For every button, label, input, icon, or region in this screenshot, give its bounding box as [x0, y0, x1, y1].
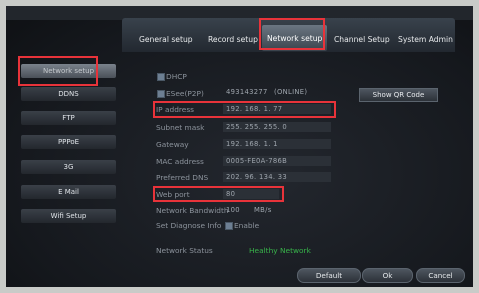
esee-id: 493143277	[226, 88, 268, 96]
esee-checkbox[interactable]	[157, 90, 165, 98]
highlight-sidebar-network	[18, 56, 98, 86]
esee-status: (ONLINE)	[274, 88, 308, 96]
diagnose-enable-checkbox[interactable]	[225, 222, 233, 230]
show-qr-code-button[interactable]: Show QR Code	[359, 88, 438, 102]
highlight-ip-address	[153, 101, 336, 118]
sidebar-item-pppoe[interactable]: PPPoE	[21, 135, 116, 149]
sidebar-item-wifi-setup[interactable]: Wifi Setup	[21, 209, 116, 223]
highlight-tab-network	[259, 18, 325, 50]
network-bandwidth-unit: MB/s	[254, 206, 272, 214]
sidebar-item-ddns[interactable]: DDNS	[21, 87, 116, 101]
sidebar-item-ftp[interactable]: FTP	[21, 111, 116, 125]
cancel-button[interactable]: Cancel	[416, 268, 465, 283]
network-status-value: Healthy Network	[249, 246, 311, 255]
tab-record-setup[interactable]: Record setup	[208, 35, 258, 44]
set-diagnose-info-label: Set Diagnose Info	[156, 221, 222, 230]
tab-channel-setup[interactable]: Channel Setup	[334, 35, 390, 44]
tab-system-admin[interactable]: System Admin	[398, 35, 453, 44]
preferred-dns-field[interactable]: 202. 96. 134. 33	[223, 172, 331, 182]
dhcp-checkbox[interactable]	[157, 73, 165, 81]
highlight-web-port	[153, 186, 284, 202]
mac-address-field: 0005-FE0A-786B	[223, 156, 331, 166]
gateway-field[interactable]: 192. 168. 1. 1	[223, 139, 331, 149]
esee-label: ESee(P2P)	[166, 89, 204, 98]
dhcp-label: DHCP	[166, 72, 187, 81]
sidebar-item-3g[interactable]: 3G	[21, 160, 116, 174]
network-bandwidth-label: Network Bandwidth	[156, 206, 229, 215]
dvr-screen: General setup Record setup Network setup…	[6, 6, 473, 287]
preferred-dns-label: Preferred DNS	[156, 173, 209, 182]
sidebar-item-email[interactable]: E Mail	[21, 185, 116, 199]
subnet-mask-label: Subnet mask	[156, 123, 205, 132]
default-button[interactable]: Default	[297, 268, 361, 283]
diagnose-enable-label: Enable	[234, 221, 260, 230]
network-bandwidth-value: 100	[226, 206, 240, 214]
gateway-label: Gateway	[156, 140, 189, 149]
subnet-mask-field[interactable]: 255. 255. 255. 0	[223, 122, 331, 132]
network-status-label: Network Status	[156, 246, 213, 255]
ok-button[interactable]: Ok	[362, 268, 413, 283]
tab-general-setup[interactable]: General setup	[139, 35, 193, 44]
mac-address-label: MAC address	[156, 157, 204, 166]
